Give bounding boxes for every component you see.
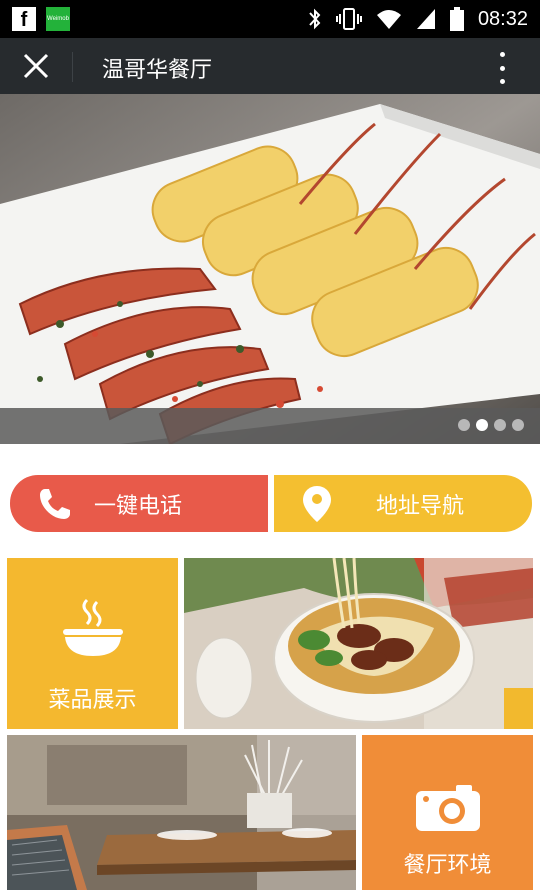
wifi-icon — [376, 10, 401, 29]
status-bar: f Weimob 08:32 — [0, 0, 540, 38]
action-buttons: 一键电话 地址导航 — [10, 475, 532, 532]
dining-room-photo-tile[interactable] — [7, 735, 356, 890]
more-menu-button[interactable] — [492, 52, 512, 84]
page-title: 温哥华餐厅 — [102, 58, 213, 83]
menu-showcase-label: 菜品展示 — [48, 688, 137, 713]
bluetooth-icon — [309, 8, 321, 30]
noodle-photo-tile[interactable] — [184, 558, 533, 729]
carousel-dot-active[interactable] — [476, 419, 488, 431]
app-bar-divider — [72, 52, 73, 82]
navigation-button[interactable]: 地址导航 — [274, 475, 532, 532]
call-button[interactable]: 一键电话 — [10, 475, 268, 532]
dining-room-image — [7, 735, 356, 890]
noodle-bowl-image — [184, 558, 533, 729]
facebook-icon: f — [12, 7, 36, 31]
close-icon — [23, 53, 49, 79]
camera-icon — [416, 785, 480, 831]
vibrate-icon — [335, 8, 362, 30]
carousel-dot[interactable] — [458, 419, 470, 431]
restaurant-environment-label: 餐厅环境 — [403, 853, 492, 878]
banner-image-shrimp-dish — [0, 94, 540, 444]
map-pin-icon — [303, 485, 331, 522]
carousel-indicator-bar — [0, 408, 540, 444]
navigation-button-label: 地址导航 — [376, 493, 465, 519]
signal-icon — [416, 9, 435, 29]
carousel-dot[interactable] — [512, 419, 524, 431]
close-button[interactable] — [14, 48, 58, 84]
call-button-label: 一键电话 — [94, 493, 183, 519]
status-time: 08:32 — [477, 7, 528, 30]
banner-carousel[interactable] — [0, 94, 540, 444]
menu-showcase-tile[interactable]: 菜品展示 — [7, 558, 178, 729]
battery-icon — [449, 7, 464, 31]
more-dot-icon — [499, 65, 505, 71]
weimob-icon: Weimob — [46, 7, 70, 31]
app-bar: 温哥华餐厅 — [0, 38, 540, 94]
bowl-icon — [63, 598, 123, 656]
more-dot-icon — [499, 79, 505, 84]
carousel-dot[interactable] — [494, 419, 506, 431]
phone-icon — [40, 488, 70, 519]
more-dot-icon — [499, 52, 505, 57]
restaurant-environment-tile[interactable]: 餐厅环境 — [362, 735, 533, 890]
